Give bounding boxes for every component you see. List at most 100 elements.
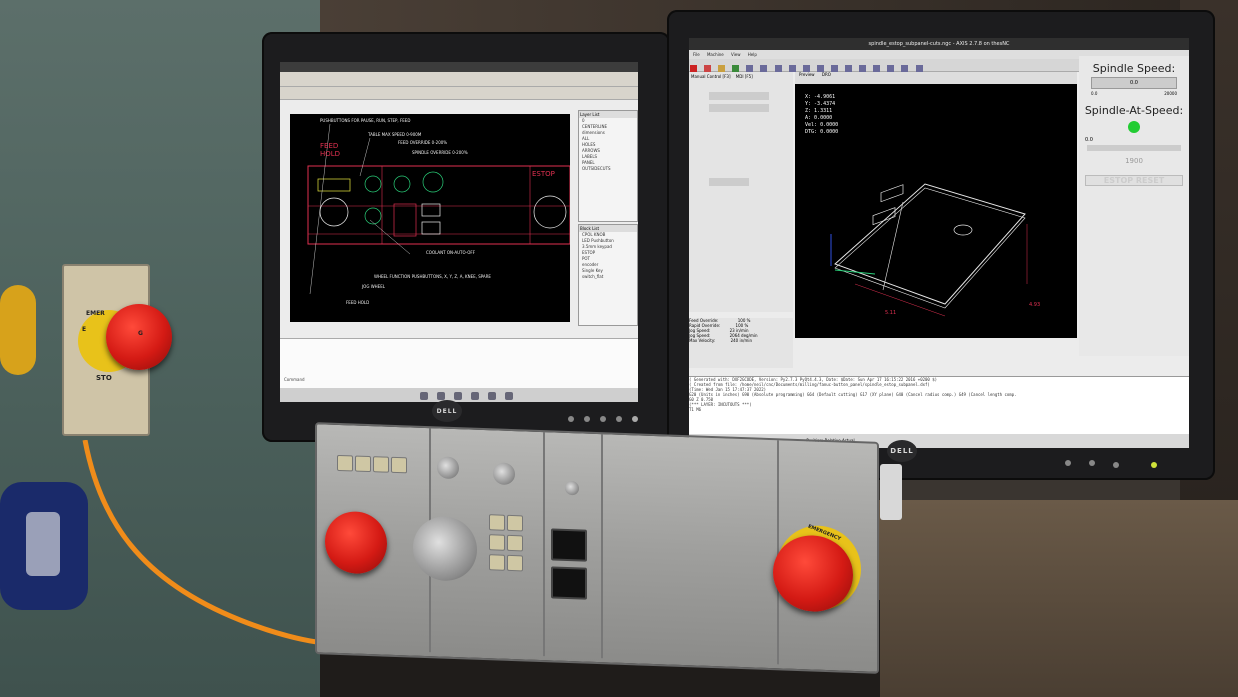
power-led[interactable] — [1151, 462, 1157, 468]
clear-plot-icon[interactable] — [915, 65, 923, 72]
power-toggle-icon[interactable] — [704, 65, 712, 72]
estop-reset-button[interactable]: ESTOP RESET — [1085, 175, 1183, 186]
jog-axis-button[interactable] — [507, 514, 523, 532]
dimension-label: 4.93 — [1029, 302, 1041, 308]
block-list-panel[interactable]: Block List CPOL KNOB LED Pushbutton 3.5m… — [578, 224, 638, 326]
gcode-listing[interactable]: ( Generated with: DXF2GCODE, Version: Py… — [689, 376, 1189, 435]
feed-override-knob[interactable] — [437, 456, 459, 480]
cad-drawing-canvas[interactable]: PUSHBUTTONS FOR PAUSE, RUN, STEP, FEED T… — [290, 114, 571, 322]
menu-machine[interactable]: Machine — [707, 52, 724, 57]
tab-manual-control[interactable]: Manual Control [F3] — [691, 74, 731, 79]
view-y-icon[interactable] — [887, 65, 895, 72]
cad-annotation-3: FEED OVERRIDE 0-200% — [398, 140, 448, 145]
zoom-out-icon[interactable] — [845, 65, 853, 72]
app-icon[interactable] — [437, 392, 446, 400]
cad-estop-label: ESTOP — [532, 170, 555, 178]
jog-axis-button[interactable] — [507, 554, 523, 572]
wall-estop-label-left: E — [82, 326, 87, 333]
monitor-button[interactable] — [568, 416, 574, 422]
jog-axis-button[interactable] — [507, 534, 523, 552]
spindle-controls[interactable] — [709, 178, 749, 186]
spindle-speed-bar: 0.0 — [1091, 77, 1177, 89]
monitor-button[interactable] — [1089, 460, 1095, 466]
layer-list-title: Layer List — [579, 111, 637, 118]
pause-icon[interactable] — [774, 65, 782, 72]
app-icon[interactable] — [454, 392, 463, 400]
pushbutton[interactable] — [337, 454, 353, 472]
layer-list-panel[interactable]: Layer List 0 CENTERLINE dimensions ALL H… — [578, 110, 638, 222]
rocker-switch[interactable] — [551, 566, 587, 600]
cnc-control-panel: EMERGENCY — [315, 422, 879, 674]
cad-annotation-coolant: COOLANT ON-AUTO-OFF — [426, 250, 476, 255]
toolpath-preview[interactable]: X: -4.9061 Y: -3.4374 Z: 1.3311 A: 0.000… — [795, 84, 1077, 338]
monitor-button[interactable] — [584, 416, 590, 422]
command-area[interactable]: Command — [280, 338, 638, 389]
wall-estop-button[interactable] — [106, 304, 172, 370]
cad-toolbar-2[interactable] — [280, 87, 638, 100]
app-icon[interactable] — [505, 392, 514, 400]
reload-icon[interactable] — [732, 65, 740, 72]
jog-controls[interactable] — [709, 104, 769, 112]
app-icon[interactable] — [488, 392, 497, 400]
taskbar[interactable] — [280, 388, 638, 402]
app-icon[interactable] — [471, 392, 480, 400]
cad-screen: PUSHBUTTONS FOR PAUSE, RUN, STEP, FEED T… — [280, 62, 638, 402]
cad-annotation-1: PUSHBUTTONS FOR PAUSE, RUN, STEP, FEED — [320, 118, 411, 123]
view-z-icon[interactable] — [859, 65, 867, 72]
step-icon[interactable] — [760, 65, 768, 72]
jog-wheel[interactable] — [413, 515, 477, 582]
monitor-button[interactable] — [1113, 462, 1119, 468]
pushbutton[interactable] — [373, 456, 389, 473]
panel-seam — [543, 432, 545, 657]
gcode-line: T1 M6 — [689, 407, 702, 412]
view-p-icon[interactable] — [901, 65, 909, 72]
app-icon[interactable] — [420, 392, 428, 400]
menu-view[interactable]: View — [731, 52, 741, 57]
pushbutton[interactable] — [355, 455, 371, 473]
tab-mdi[interactable]: MDI [F5] — [736, 74, 753, 79]
open-file-icon[interactable] — [718, 65, 726, 72]
pushbutton[interactable] — [391, 456, 407, 474]
jog-axis-button[interactable] — [489, 514, 505, 531]
stop-icon[interactable] — [788, 65, 796, 72]
block-item[interactable]: switch_flat — [579, 274, 637, 280]
axis-window-title: spindle_estop_subpanel-cuts.ngc - AXIS 2… — [689, 38, 1189, 50]
tab-preview[interactable]: Preview — [799, 72, 815, 77]
linuxcnc-axis-screen: spindle_estop_subpanel-cuts.ngc - AXIS 2… — [689, 38, 1189, 448]
menu-file[interactable]: File — [693, 52, 700, 57]
run-icon[interactable] — [746, 65, 754, 72]
spindle-speed-label: Spindle Speed: — [1092, 62, 1176, 75]
power-button[interactable] — [632, 416, 638, 422]
menu-help[interactable]: Help — [748, 52, 757, 57]
block-delete-icon[interactable] — [802, 65, 810, 72]
cad-toolbar[interactable] — [280, 72, 638, 87]
feed-hold-button[interactable] — [325, 510, 387, 575]
spindle-override-knob[interactable] — [493, 462, 515, 486]
optional-stop-icon[interactable] — [816, 65, 824, 72]
mount-bracket — [880, 464, 902, 520]
coolant-switch[interactable] — [565, 480, 579, 496]
layer-item[interactable]: OUTSIDECUTS — [579, 166, 637, 172]
spindle-slider[interactable] — [1087, 145, 1181, 151]
slider-row[interactable]: Max Velocity: 240 in/min — [689, 338, 793, 343]
monitor-button[interactable] — [600, 416, 606, 422]
at-speed-value: 0.0 — [1085, 137, 1093, 143]
override-sliders[interactable]: Feed Override: 100 % Rapid Override: 100… — [689, 318, 793, 368]
monitor-button[interactable] — [616, 416, 622, 422]
tab-dro[interactable]: DRO — [822, 72, 831, 77]
yellow-light — [0, 285, 36, 375]
axis-selector[interactable] — [709, 92, 769, 100]
left-tabs: Manual Control [F3] MDI [F5] — [689, 72, 793, 81]
view-x-icon[interactable] — [873, 65, 881, 72]
wall-estop-box: EMER E G STO — [62, 264, 172, 436]
preview-tabs[interactable]: Preview DRO — [795, 72, 1077, 84]
zoom-in-icon[interactable] — [830, 65, 838, 72]
dell-logo: DELL — [887, 440, 917, 462]
pendant-light — [0, 482, 88, 610]
manual-control-panel[interactable]: Manual Control [F3] MDI [F5] — [689, 72, 793, 312]
rocker-switch[interactable] — [551, 528, 587, 562]
estop-toggle-icon[interactable] — [690, 65, 697, 72]
jog-axis-button[interactable] — [489, 534, 505, 551]
jog-axis-button[interactable] — [489, 554, 505, 571]
monitor-button[interactable] — [1065, 460, 1071, 466]
